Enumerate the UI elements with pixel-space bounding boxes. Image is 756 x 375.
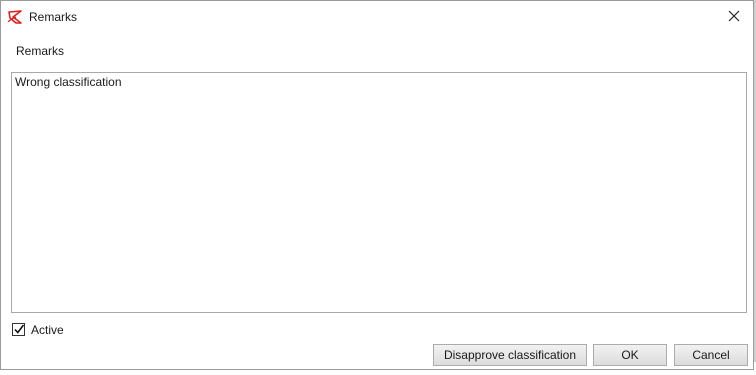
window-title: Remarks: [29, 10, 78, 24]
ok-button[interactable]: OK: [593, 344, 667, 366]
cancel-button[interactable]: Cancel: [674, 344, 748, 366]
remarks-label: Remarks: [16, 44, 65, 58]
active-checkbox-row[interactable]: Active: [12, 322, 64, 337]
title-bar: Remarks: [1, 1, 753, 32]
checkmark-icon: [14, 324, 25, 334]
disapprove-classification-button[interactable]: Disapprove classification: [433, 344, 587, 366]
remarks-dialog: Remarks Remarks Wrong classification Act…: [0, 0, 754, 370]
active-label: Active: [31, 322, 64, 337]
remarks-textarea[interactable]: Wrong classification: [11, 72, 747, 313]
close-button[interactable]: [719, 4, 749, 30]
app-logo-icon: [7, 9, 23, 25]
active-checkbox[interactable]: [12, 323, 25, 336]
close-icon: [728, 10, 740, 25]
